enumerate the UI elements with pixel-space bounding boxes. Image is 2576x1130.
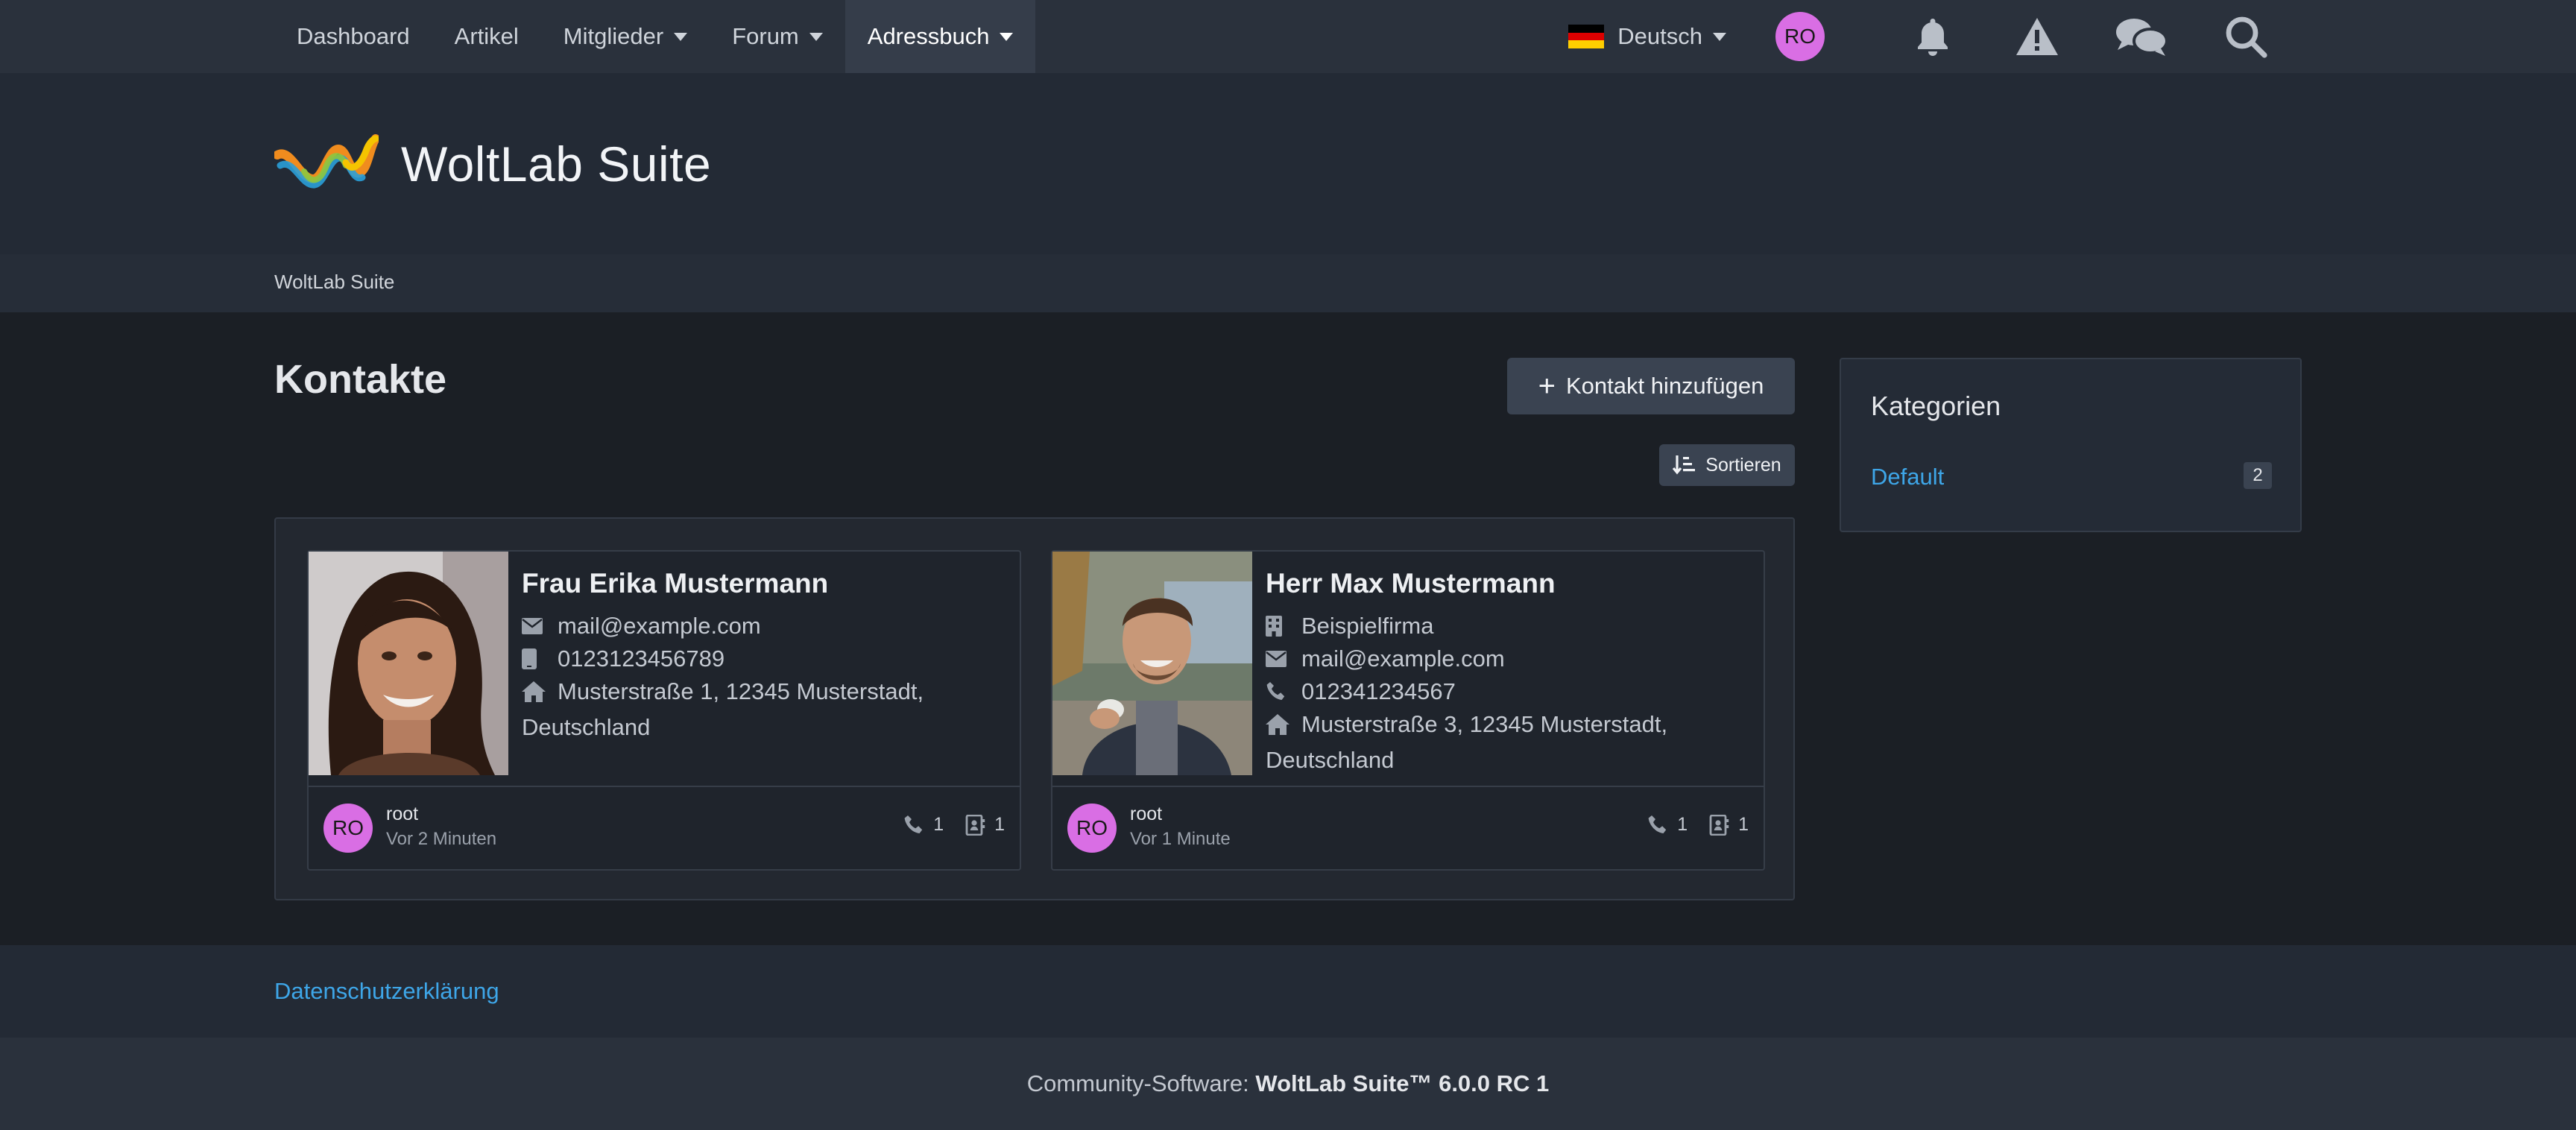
contact-info: Herr Max Mustermann Beispielfirma mail@e…	[1266, 568, 1749, 777]
contact-card-footer: RO root Vor 2 Minuten 1 1	[309, 786, 1020, 871]
nav-item-dashboard[interactable]: Dashboard	[274, 0, 432, 73]
logo-text: WoltLab Suite	[401, 136, 712, 192]
plus-icon: +	[1538, 370, 1556, 403]
contact-email-row: mail@example.com	[1266, 643, 1749, 675]
german-flag-icon	[1568, 25, 1605, 49]
author-avatar[interactable]: RO	[1067, 804, 1117, 853]
page-header: WoltLab Suite	[0, 73, 2576, 254]
category-link-default[interactable]: Default	[1871, 464, 1944, 490]
caret-down-icon	[674, 32, 688, 41]
contact-name[interactable]: Frau Erika Mustermann	[522, 568, 1005, 599]
nav-item-adressbuch[interactable]: Adressbuch	[845, 0, 1036, 73]
sort-icon	[1673, 455, 1696, 475]
user-panel: Deutsch RO	[1568, 0, 2279, 73]
search-button[interactable]	[2212, 0, 2279, 73]
building-icon	[1266, 610, 1301, 643]
caret-down-icon	[1713, 32, 1726, 41]
address-book-icon	[965, 814, 985, 836]
phone-icon	[904, 815, 923, 833]
author-name[interactable]: root	[386, 804, 418, 825]
breadcrumb: WoltLab Suite	[0, 254, 2576, 312]
author-avatar[interactable]: RO	[323, 804, 373, 853]
mobile-phone-icon	[522, 643, 558, 675]
bell-icon	[1918, 19, 1948, 56]
add-contact-button[interactable]: + Kontakt hinzufügen	[1507, 358, 1795, 414]
footer-copyright: Community-Software: WoltLab Suite™ 6.0.0…	[0, 1038, 2576, 1130]
envelope-icon	[1266, 643, 1301, 675]
created-time: Vor 2 Minuten	[386, 829, 497, 849]
conversations-button[interactable]	[2108, 0, 2175, 73]
contact-phone-row: 0123123456789	[522, 643, 1005, 675]
caret-down-icon	[809, 32, 823, 41]
contact-name[interactable]: Herr Max Mustermann	[1266, 568, 1749, 599]
envelope-icon	[522, 610, 558, 643]
footer-links: Datenschutzerklärung	[0, 945, 2576, 1038]
contact-photo	[309, 552, 508, 775]
phone-count: 1	[1647, 814, 1688, 836]
nav-item-artikel[interactable]: Artikel	[432, 0, 541, 73]
main-menu: Dashboard Artikel Mitglieder Forum Adres…	[274, 0, 1036, 73]
category-count-badge: 2	[2244, 462, 2272, 489]
contact-address-row: Musterstraße 3, 12345 Musterstadt, Deuts…	[1266, 711, 1668, 773]
phone-icon	[1266, 675, 1301, 708]
contact-card-footer: RO root Vor 1 Minute 1 1	[1052, 786, 1764, 871]
contact-card[interactable]: Frau Erika Mustermann mail@example.com 0…	[307, 550, 1021, 871]
phone-icon	[1648, 815, 1667, 833]
contact-info: Frau Erika Mustermann mail@example.com 0…	[522, 568, 1005, 744]
warning-icon	[2016, 18, 2058, 55]
contact-address-row: Musterstraße 1, 12345 Musterstadt, Deuts…	[522, 678, 924, 740]
moderation-button[interactable]	[2004, 0, 2071, 73]
woltlab-logo-icon	[274, 134, 379, 189]
page-title: Kontakte	[274, 357, 447, 402]
created-time: Vor 1 Minute	[1130, 829, 1231, 849]
copyright-text: Community-Software: WoltLab Suite™ 6.0.0…	[1026, 1070, 1550, 1096]
home-icon	[1266, 711, 1301, 744]
user-avatar[interactable]: RO	[1775, 12, 1825, 61]
nav-item-mitglieder[interactable]: Mitglieder	[541, 0, 710, 73]
contact-company-row: Beispielfirma	[1266, 610, 1749, 643]
phone-count: 1	[903, 814, 944, 836]
home-icon	[522, 678, 558, 711]
contact-phone-row: 012341234567	[1266, 675, 1749, 708]
contact-photo	[1052, 552, 1252, 775]
chat-icon	[2116, 19, 2168, 56]
breadcrumb-item[interactable]: WoltLab Suite	[274, 271, 394, 294]
contact-count: 1	[965, 814, 1005, 836]
nav-item-forum[interactable]: Forum	[710, 0, 845, 73]
categories-box: Kategorien Default 2	[1840, 358, 2302, 532]
search-icon	[2226, 16, 2267, 58]
categories-title: Kategorien	[1871, 391, 2001, 421]
contact-card[interactable]: Herr Max Mustermann Beispielfirma mail@e…	[1051, 550, 1765, 871]
contact-list: Frau Erika Mustermann mail@example.com 0…	[274, 517, 1795, 900]
sort-button[interactable]: Sortieren	[1659, 444, 1795, 486]
contact-count: 1	[1708, 814, 1749, 836]
caret-down-icon	[1000, 32, 1014, 41]
address-book-icon	[1709, 814, 1729, 836]
author-name[interactable]: root	[1130, 804, 1162, 825]
site-logo[interactable]: WoltLab Suite	[274, 133, 711, 195]
notifications-button[interactable]	[1899, 0, 1966, 73]
top-navigation-bar: Dashboard Artikel Mitglieder Forum Adres…	[0, 0, 2576, 73]
contact-stats: 1 1	[1626, 814, 1749, 836]
contact-stats: 1 1	[883, 814, 1005, 836]
contact-email-row: mail@example.com	[522, 610, 1005, 643]
copyright-link[interactable]: WoltLab Suite™ 6.0.0 RC 1	[1255, 1070, 1549, 1096]
language-selector[interactable]: Deutsch	[1568, 23, 1726, 50]
privacy-policy-link[interactable]: Datenschutzerklärung	[274, 978, 499, 1005]
